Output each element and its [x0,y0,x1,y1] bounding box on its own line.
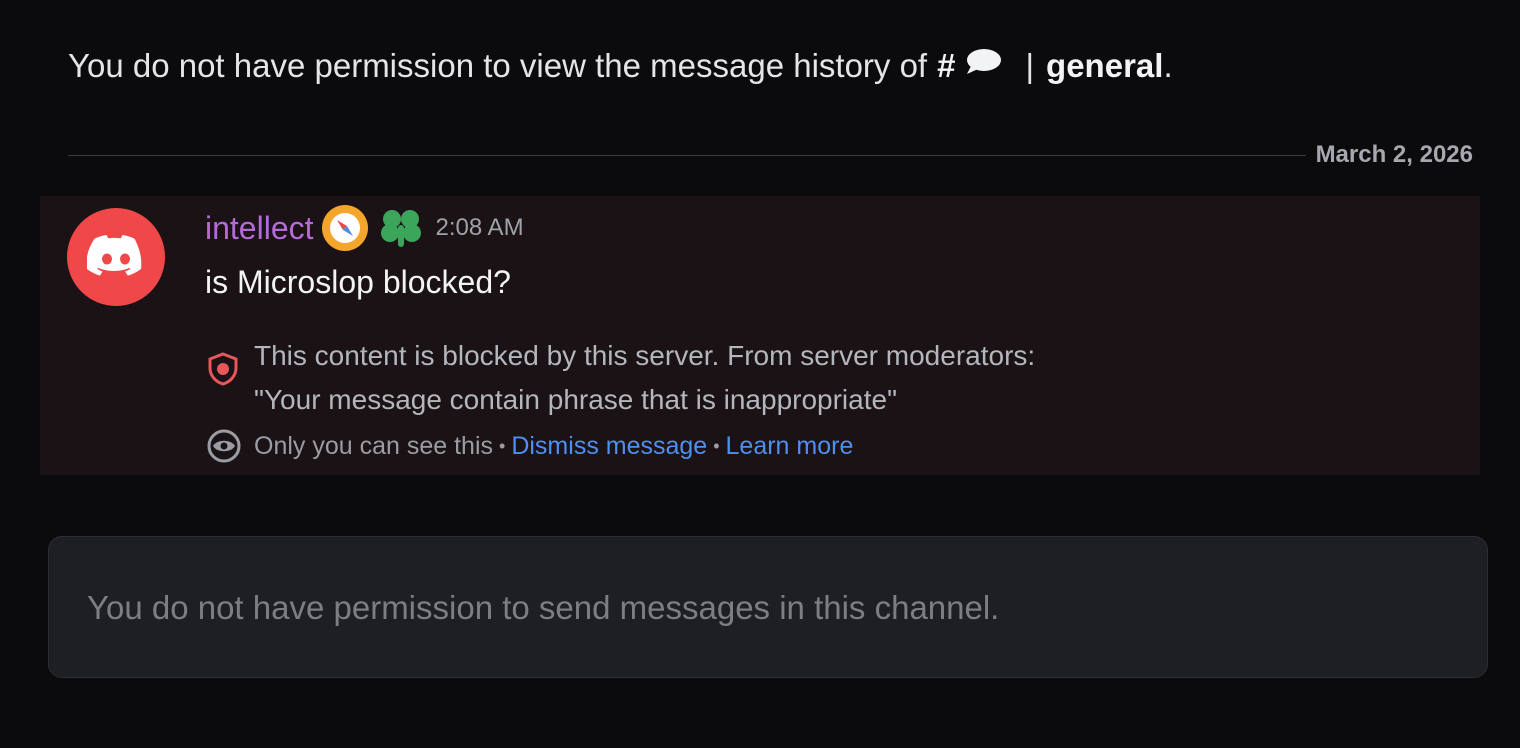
avatar[interactable] [67,208,165,306]
clover-badge-icon[interactable] [378,205,424,251]
chat-view: You do not have permission to view the m… [0,0,1520,748]
channel-name: general [1046,47,1164,84]
blocked-notice: This content is blocked by this server. … [254,334,1035,422]
history-notice-period: . [1163,47,1173,84]
composer-disabled-text: You do not have permission to send messa… [87,589,1000,626]
history-permission-notice: You do not have permission to view the m… [68,46,1173,86]
eye-icon [206,428,242,464]
bullet-separator: • [713,435,720,456]
shield-icon [208,352,238,386]
dismiss-message-link[interactable]: Dismiss message [511,432,707,461]
blocked-notice-line1: This content is blocked by this server. … [254,340,1036,371]
divider-date: March 2, 2026 [1315,141,1473,168]
discord-logo-icon [87,235,142,276]
message-content: is Microslop blocked? [205,264,511,300]
hash-icon: # [937,47,956,84]
history-notice-text: You do not have permission to view the m… [68,47,928,84]
date-divider: March 2, 2026 [68,140,1473,170]
message-timestamp[interactable]: 2:08 AM [436,214,524,242]
ephemeral-footer: Only you can see this • Dismiss message … [206,426,853,466]
only-you-text: Only you can see this [254,431,494,460]
divider-line [68,154,1306,156]
learn-more-link[interactable]: Learn more [726,432,854,461]
blocked-message[interactable]: intellect 2:08 AM is Microslop blocked? … [40,196,1480,475]
channel-mention[interactable]: # | general [927,46,1163,86]
bullet-separator: • [499,435,506,456]
message-composer: You do not have permission to send messa… [48,536,1488,678]
compass-badge-icon[interactable] [321,205,368,251]
message-header: intellect 2:08 AM [205,205,524,251]
speech-bubble-icon [963,46,1003,86]
username[interactable]: intellect [205,210,314,247]
blocked-notice-line2: "Your message contain phrase that is ina… [254,384,898,415]
channel-separator: | [1025,47,1035,84]
